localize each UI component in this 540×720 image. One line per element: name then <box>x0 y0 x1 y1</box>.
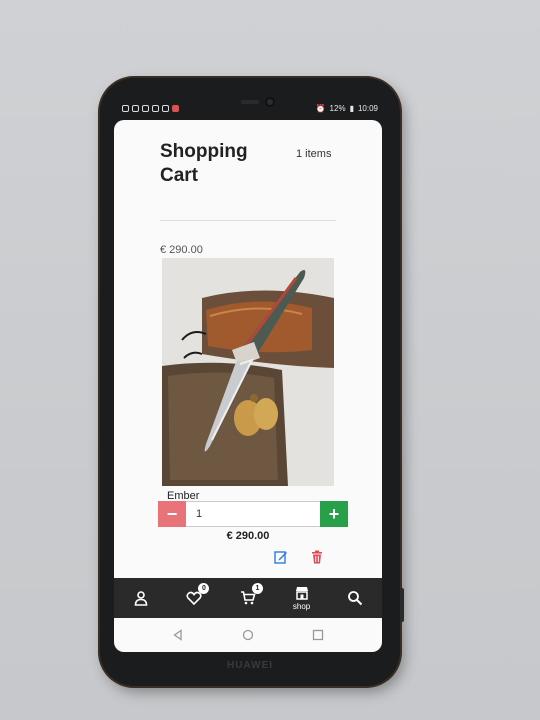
shop-icon <box>295 587 308 600</box>
mail-icon <box>152 104 159 112</box>
delete-icon[interactable] <box>310 550 324 564</box>
nav-wishlist[interactable]: 0 <box>174 580 214 616</box>
cart-badge: 1 <box>251 583 263 594</box>
nav-shop[interactable]: shop <box>282 580 322 616</box>
system-navigation-bar <box>114 618 382 652</box>
wishlist-badge: 0 <box>198 583 210 594</box>
user-icon <box>134 591 148 606</box>
nav-account[interactable] <box>121 580 161 616</box>
device-brand-logo: HUAWEI <box>227 660 273 671</box>
recents-icon[interactable] <box>312 629 324 641</box>
page-title: Shopping Cart <box>160 141 248 186</box>
item-actions <box>274 550 324 564</box>
cloud-icon <box>162 104 169 112</box>
back-icon[interactable] <box>172 629 184 641</box>
app-screen: Shopping Cart 1 items € 290.00 Ember − 1… <box>114 120 382 578</box>
battery-percent: 12% <box>329 103 346 113</box>
bottom-navigation: 0 1 shop <box>114 578 382 618</box>
nav-search[interactable] <box>335 580 375 616</box>
battery-icon: ▮ <box>349 103 354 113</box>
notification-icon <box>122 104 129 112</box>
edit-icon[interactable] <box>274 550 288 564</box>
quantity-stepper: − 1 + <box>158 501 348 527</box>
line-item-price: € 290.00 <box>226 530 270 542</box>
phone-frame: ⏰ 12% ▮ 10:09 Shopping Cart 1 items € 29… <box>100 78 404 686</box>
increase-quantity-button[interactable]: + <box>320 501 348 527</box>
cart-header: Shopping Cart 1 items <box>160 140 340 188</box>
status-bar: ⏰ 12% ▮ 10:09 <box>122 100 378 116</box>
home-icon[interactable] <box>242 629 254 641</box>
search-icon <box>348 591 363 606</box>
divider <box>160 220 336 221</box>
cart-item-count: 1 items <box>296 148 332 160</box>
decrease-quantity-button[interactable]: − <box>158 501 186 527</box>
power-button <box>400 588 404 622</box>
nav-cart[interactable]: 1 <box>228 580 268 616</box>
alarm-icon: ⏰ <box>315 103 326 113</box>
app-icon <box>172 104 179 112</box>
clock: 10:09 <box>357 103 378 113</box>
shield-icon <box>142 104 149 112</box>
status-notifications <box>122 104 179 112</box>
status-system: ⏰ 12% ▮ 10:09 <box>316 104 378 113</box>
product-image[interactable] <box>162 258 334 486</box>
shop-label: shop <box>292 602 311 611</box>
wifi-icon <box>132 104 139 112</box>
knife-photo <box>162 258 334 486</box>
quantity-input[interactable]: 1 <box>186 501 320 527</box>
cart-total: € 290.00 <box>160 244 203 256</box>
